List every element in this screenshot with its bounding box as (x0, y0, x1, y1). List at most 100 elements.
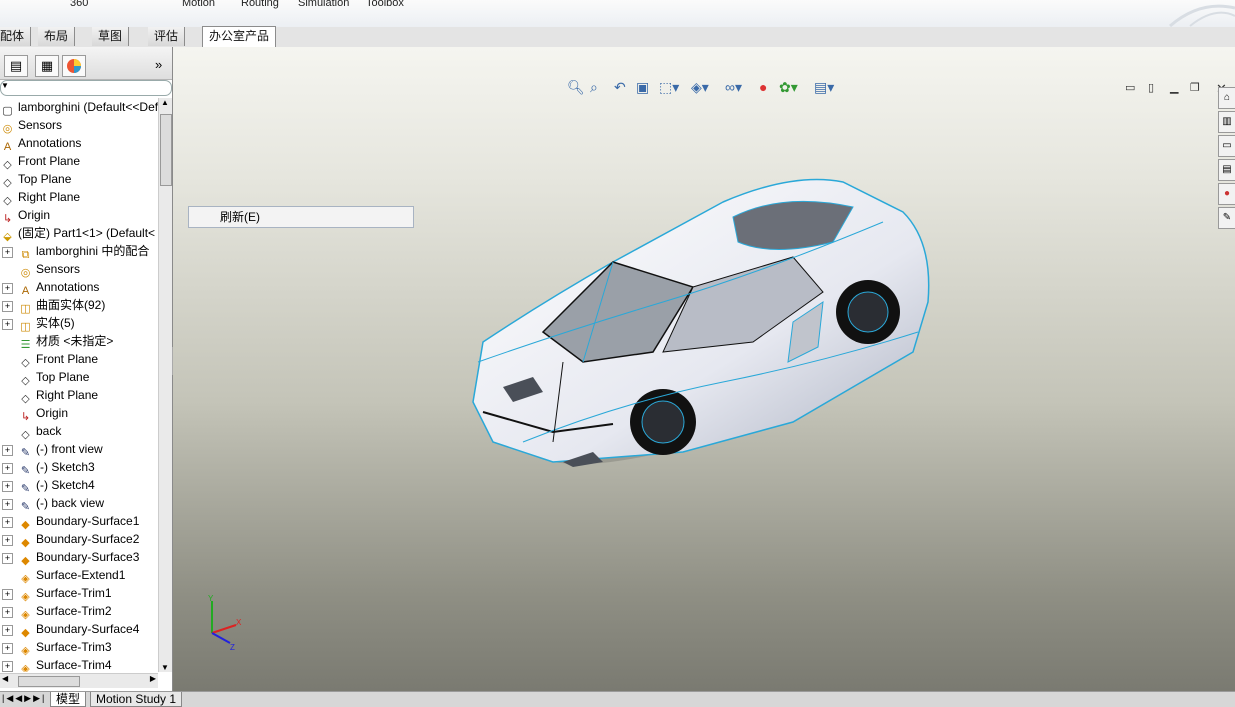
tree-item[interactable]: + ⧉ lamborghini 中的配合 (2, 242, 149, 261)
tree-item[interactable]: + ◈ Surface-Trim2 (2, 602, 112, 621)
restore-icon[interactable]: ❐ (1190, 81, 1200, 94)
tab-layout[interactable]: 布局 (38, 27, 76, 46)
tree-item[interactable]: + ✎ (-) Sketch4 (2, 476, 95, 495)
minimize-icon[interactable]: ▁ (1170, 81, 1178, 94)
expand-toggle-icon[interactable]: + (2, 589, 13, 600)
topbar-item-360[interactable]: 360 (70, 0, 88, 9)
view-orientation-icon[interactable]: ⬚▾ (659, 79, 679, 96)
expand-toggle-icon[interactable]: + (2, 499, 13, 510)
tree-item[interactable]: ◇ Front Plane (0, 152, 80, 171)
command-manager-bar: 360 Motion Routing Simulation Toolbox (0, 0, 1235, 28)
scroll-right-icon[interactable]: ▶ (150, 674, 156, 683)
topbar-item-routing[interactable]: Routing (241, 0, 279, 9)
view-settings-icon[interactable]: ▤▾ (814, 79, 834, 96)
tile-horizontal-icon[interactable]: ▭ (1125, 81, 1135, 94)
scroll-up-icon[interactable]: ▲ (161, 98, 169, 107)
tab-assembly[interactable]: 配体 (0, 27, 32, 46)
tree-item[interactable]: ◇ Right Plane (0, 188, 80, 207)
expand-toggle-icon[interactable]: + (2, 463, 13, 474)
panel-expand-button[interactable]: » (155, 57, 162, 72)
lamborghini-model[interactable] (463, 162, 943, 467)
tree-item[interactable]: + ◆ Boundary-Surface1 (2, 512, 139, 531)
tab-sketch[interactable]: 草图 (92, 27, 130, 46)
display-style-icon[interactable]: ◈▾ (691, 79, 709, 96)
tree-item[interactable]: +◈Surface-Extend1 (2, 566, 125, 585)
tree-vertical-scrollbar[interactable]: ▲ ▼ (158, 98, 172, 672)
context-menu-item-refresh[interactable]: 刷新(E) (220, 207, 260, 227)
tree-item[interactable]: ▢ lamborghini (Default<<Defau (0, 98, 158, 117)
section-view-icon[interactable]: ▣ (636, 79, 649, 96)
tree-item-label: Top Plane (36, 370, 90, 384)
scroll-down-icon[interactable]: ▼ (161, 663, 169, 672)
hscroll-thumb[interactable] (18, 676, 80, 687)
expand-toggle-icon[interactable]: + (2, 517, 13, 528)
topbar-item-toolbox[interactable]: Toolbox (366, 0, 404, 9)
tree-item[interactable]: + ◫ 曲面实体(92) (2, 296, 105, 315)
tree-horizontal-scrollbar[interactable]: ◀ ▶ (0, 673, 158, 688)
zoom-to-area-icon[interactable]: ⌕ (590, 79, 598, 96)
tab-motion-study-1[interactable]: Motion Study 1 (90, 692, 183, 707)
tree-item[interactable]: +◇Right Plane (2, 386, 98, 405)
expand-toggle-icon[interactable]: + (2, 445, 13, 456)
custom-properties-icon[interactable]: ✎ (1218, 207, 1235, 229)
expand-toggle-icon[interactable]: + (2, 301, 13, 312)
topbar-item-motion[interactable]: Motion (182, 0, 215, 9)
previous-view-icon[interactable]: ↶ (614, 79, 626, 96)
appearances-icon[interactable]: ● (1218, 183, 1235, 205)
tree-item[interactable]: + ✎ (-) back view (2, 494, 104, 513)
view-palette-icon[interactable]: ▤ (1218, 159, 1235, 181)
tree-item[interactable]: + A Annotations (2, 278, 99, 297)
expand-toggle-icon[interactable]: + (2, 535, 13, 546)
tree-item[interactable]: + ✎ (-) Sketch3 (2, 458, 95, 477)
tree-item[interactable]: +☰材质 <未指定> (2, 332, 114, 351)
expand-toggle-icon[interactable]: + (2, 607, 13, 618)
tile-vertical-icon[interactable]: ▯ (1148, 81, 1154, 94)
design-library-icon[interactable]: ▥ (1218, 111, 1235, 133)
scroll-left-icon[interactable]: ◀ (2, 674, 8, 683)
expand-toggle-icon[interactable]: + (2, 319, 13, 330)
feature-tree-tab-icon[interactable]: ▤ (4, 55, 28, 77)
tab-evaluate[interactable]: 评估 (148, 27, 186, 46)
tree-item[interactable]: ⬙ (固定) Part1<1> (Default< (0, 224, 155, 243)
tree-item[interactable]: A Annotations (0, 134, 82, 153)
expand-toggle-icon[interactable]: + (2, 625, 13, 636)
expand-toggle-icon[interactable]: + (2, 553, 13, 564)
tree-item[interactable]: +◇back (2, 422, 61, 441)
expand-toggle-icon[interactable]: + (2, 661, 13, 672)
edit-appearance-icon[interactable]: ● (759, 79, 767, 95)
tree-item[interactable]: +◎Sensors (2, 260, 80, 279)
tab-office-products[interactable]: 办公室产品 (202, 26, 277, 48)
expand-toggle-icon[interactable]: + (2, 481, 13, 492)
expand-toggle-icon[interactable]: + (2, 283, 13, 294)
tree-item[interactable]: ◇ Top Plane (0, 170, 71, 189)
tree-item[interactable]: +↳Origin (2, 404, 68, 423)
tree-item[interactable]: ◎ Sensors (0, 116, 62, 135)
tree-item[interactable]: + ◫ 实体(5) (2, 314, 75, 333)
expand-toggle-icon[interactable]: + (2, 643, 13, 654)
hide-show-items-icon[interactable]: ∞▾ (725, 79, 742, 96)
tree-item[interactable]: + ◈ Surface-Trim4 (2, 656, 112, 672)
tree-item[interactable]: + ✎ (-) front view (2, 440, 103, 459)
tree-item[interactable]: +◇Front Plane (2, 350, 98, 369)
tree-item[interactable]: + ◆ Boundary-Surface3 (2, 548, 139, 567)
tree-item[interactable]: + ◆ Boundary-Surface2 (2, 530, 139, 549)
tree-item[interactable]: ↳ Origin (0, 206, 50, 225)
property-manager-tab-icon[interactable]: ▦ (35, 55, 59, 77)
topbar-item-simulation[interactable]: Simulation (298, 0, 349, 9)
filter-dropdown-icon[interactable]: ▼ (1, 81, 9, 90)
file-explorer-icon[interactable]: ▭ (1218, 135, 1235, 157)
tree-item[interactable]: +◇Top Plane (2, 368, 90, 387)
tab-scroll-arrows-icon[interactable]: |◀◀▶▶| (2, 693, 46, 704)
resources-home-icon[interactable]: ⌂ (1218, 87, 1235, 109)
graphics-viewport[interactable]: 🔍︎ ⌕ ↶ ▣ ⬚▾ ◈▾ ∞▾ ● ✿▾ ▤▾ ▭ ▯ ▁ ❐ ✕ (173, 47, 1235, 691)
apply-scene-icon[interactable]: ✿▾ (779, 79, 798, 96)
tree-item[interactable]: + ◆ Boundary-Surface4 (2, 620, 139, 639)
scroll-thumb[interactable] (160, 114, 172, 186)
display-manager-tab-icon[interactable] (62, 55, 86, 77)
zoom-to-fit-icon[interactable]: 🔍︎ (567, 79, 585, 96)
tab-model[interactable]: 模型 (50, 692, 87, 707)
tree-item[interactable]: + ◈ Surface-Trim3 (2, 638, 112, 657)
expand-toggle-icon[interactable]: + (2, 247, 13, 258)
tree-item[interactable]: + ◈ Surface-Trim1 (2, 584, 112, 603)
tree-filter-input[interactable]: ▼ (0, 80, 172, 96)
